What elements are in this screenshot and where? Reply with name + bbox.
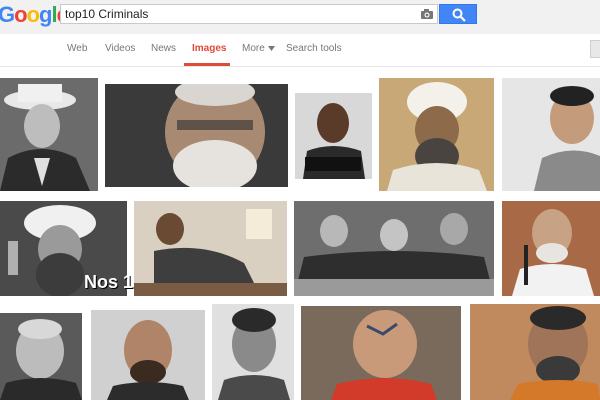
settings-button[interactable] [590,40,600,58]
image-result[interactable] [295,93,372,179]
image-result[interactable] [0,78,98,191]
tab-search-tools[interactable]: Search tools [286,43,342,54]
google-logo[interactable]: Google [0,2,69,28]
search-icon [452,8,466,22]
camera-icon[interactable] [420,7,434,21]
chevron-down-icon [267,46,275,51]
tab-images[interactable]: Images [192,43,226,54]
image-result[interactable] [502,201,600,296]
top-bar: Google [0,0,600,34]
image-overlay-text: Nos 1 [84,272,134,292]
active-tab-indicator [184,63,230,66]
image-result[interactable] [105,84,288,187]
image-result[interactable] [470,304,600,400]
image-result[interactable] [134,201,287,296]
tab-web[interactable]: Web [67,43,87,54]
image-result[interactable] [91,310,205,400]
tab-more-label: More [242,43,265,54]
image-result[interactable] [379,78,494,191]
search-input[interactable] [65,6,415,22]
image-result[interactable] [301,306,461,400]
search-box[interactable] [60,4,438,24]
tab-videos[interactable]: Videos [105,43,135,54]
search-button[interactable] [439,4,477,24]
search-nav: Web Videos News Images More Search tools [0,34,600,67]
image-result[interactable] [212,304,294,400]
tab-news[interactable]: News [151,43,176,54]
tab-more[interactable]: More [242,43,275,54]
image-result[interactable] [0,313,82,400]
image-result[interactable] [502,78,600,191]
image-result[interactable] [294,201,494,296]
